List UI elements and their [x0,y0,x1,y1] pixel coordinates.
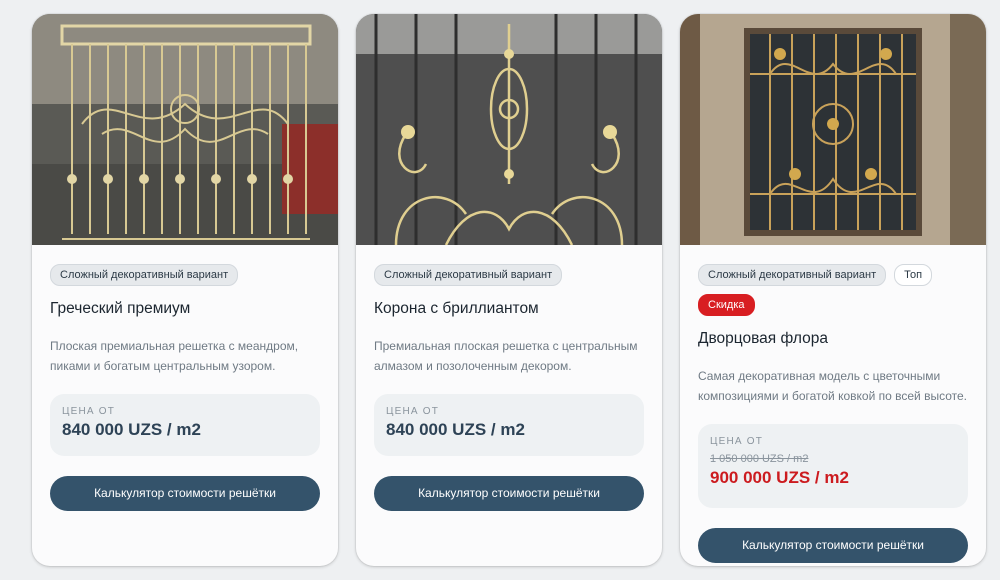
price-box: ЦЕНА ОТ 840 000 UZS / m2 [374,394,644,456]
product-photo[interactable] [32,14,338,245]
category-badge: Сложный декоративный вариант [698,264,887,286]
product-card[interactable]: Сложный декоративный вариант Топ Скидка … [680,14,986,566]
price-calculator-button[interactable]: Калькулятор стоимости решётки [698,528,968,563]
price-value: 840 000 UZS / m2 [62,420,201,439]
price-value: 840 000 UZS / m2 [386,420,525,439]
product-title: Греческий премиум [50,300,191,317]
sale-price: 900 000 UZS / m2 [710,468,849,487]
old-price: 1 050 000 UZS / m2 [710,453,809,465]
price-label: ЦЕНА ОТ [62,406,116,417]
sale-badge: Скидка [698,294,755,316]
product-title: Корона с бриллиантом [374,300,539,317]
price-label: ЦЕНА ОТ [386,406,440,417]
product-description: Премиальная плоская решетка с центральны… [374,339,638,373]
product-photo[interactable] [680,14,986,245]
category-badge: Сложный декоративный вариант [374,264,563,286]
product-card[interactable]: Сложный декоративный вариант Греческий п… [32,14,338,566]
price-calculator-button[interactable]: Калькулятор стоимости решётки [374,476,644,511]
top-badge: Топ [894,264,933,286]
product-title: Дворцовая флора [698,330,828,347]
price-box: ЦЕНА ОТ 1 050 000 UZS / m2 900 000 UZS /… [698,424,968,508]
price-box: ЦЕНА ОТ 840 000 UZS / m2 [50,394,320,456]
category-badge: Сложный декоративный вариант [50,264,239,286]
price-label: ЦЕНА ОТ [710,436,764,447]
product-description: Плоская премиальная решетка с меандром, … [50,339,299,373]
product-description: Самая декоративная модель с цветочными к… [698,369,967,403]
product-card[interactable]: Сложный декоративный вариант Корона с бр… [356,14,662,566]
price-calculator-button[interactable]: Калькулятор стоимости решётки [50,476,320,511]
product-photo[interactable] [356,14,662,245]
